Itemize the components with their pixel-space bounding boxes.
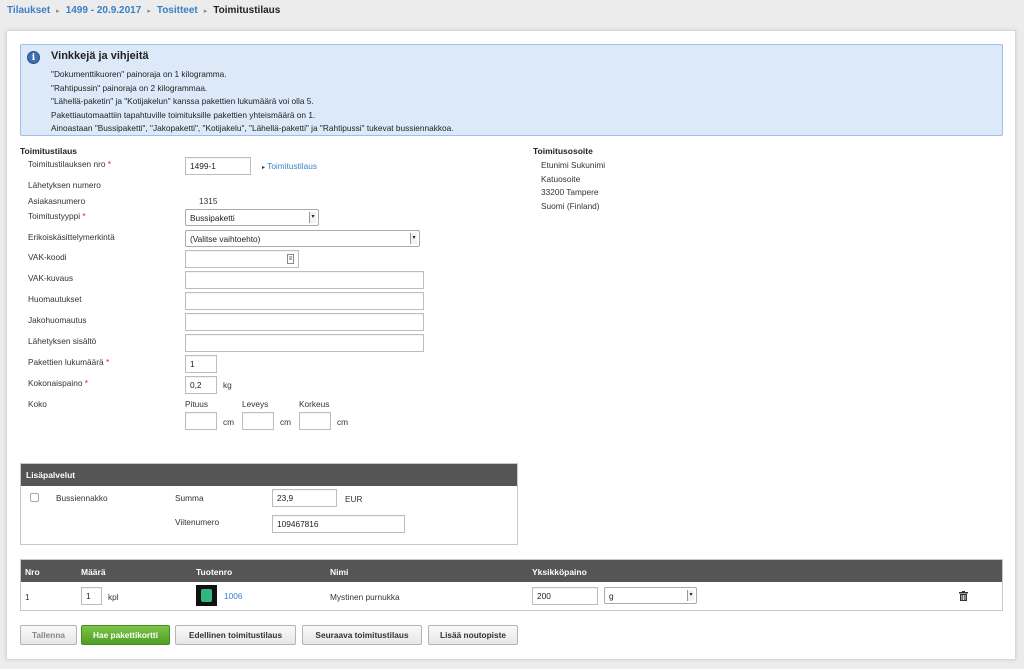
products-table-header: Nro Määrä Tuotenro Nimi Yksikköpaino bbox=[21, 560, 1002, 582]
arrow-right-icon: ▸ bbox=[262, 165, 266, 171]
cod-checkbox[interactable] bbox=[30, 493, 39, 502]
tip-line: "Dokumenttikuoren" painoraja on 1 kilogr… bbox=[51, 69, 227, 79]
info-icon: i bbox=[27, 51, 40, 64]
address-title: Toimitusosoite bbox=[533, 146, 593, 156]
order-no-input[interactable]: 1499-1 bbox=[185, 157, 251, 175]
distribution-notes-label: Jakohuomautus bbox=[28, 315, 87, 325]
shipment-no-label: Lähetyksen numero bbox=[28, 180, 101, 190]
address-line: Suomi (Finland) bbox=[541, 200, 600, 211]
next-order-button[interactable]: Seuraava toimitustilaus bbox=[302, 625, 422, 645]
tip-line: "Lähellä-paketin" ja "Kotijakelun" kanss… bbox=[51, 96, 314, 106]
extra-services-panel: Lisäpalvelut Bussiennakko Summa 23,9 EUR… bbox=[20, 463, 518, 545]
chevron-down-icon: ▾ bbox=[410, 233, 417, 244]
extra-services-title: Lisäpalvelut bbox=[21, 464, 517, 486]
height-label: Korkeus bbox=[299, 399, 330, 409]
vak-desc-label: VAK-kuvaus bbox=[28, 273, 74, 283]
width-label: Leveys bbox=[242, 399, 269, 409]
unit-weight-input[interactable]: 200 bbox=[532, 587, 598, 605]
column-header: Tuotenro bbox=[196, 567, 233, 577]
breadcrumb: Tilaukset ▸ 1499 - 20.9.2017 ▸ Tositteet… bbox=[7, 5, 280, 16]
column-header: Määrä bbox=[81, 567, 106, 577]
product-thumbnail bbox=[196, 585, 217, 606]
vak-desc-input[interactable] bbox=[185, 271, 424, 289]
reference-input[interactable]: 109467816 bbox=[272, 515, 405, 533]
breadcrumb-current: Toimitustilaus bbox=[213, 5, 281, 16]
weight-label: Kokonaispaino * bbox=[28, 378, 88, 388]
save-button[interactable]: Tallenna bbox=[20, 625, 77, 645]
tips-box: i Vinkkejä ja vihjeitä "Dokumenttikuoren… bbox=[20, 44, 1003, 136]
notes-input[interactable] bbox=[185, 292, 424, 310]
customer-no-value: 1315 bbox=[199, 196, 218, 206]
tips-lines: "Dokumenttikuoren" painoraja on 1 kilogr… bbox=[51, 68, 454, 136]
reference-label: Viitenumero bbox=[175, 517, 220, 527]
packages-input[interactable]: 1 bbox=[185, 355, 217, 373]
vak-code-label: VAK-koodi bbox=[28, 252, 67, 262]
product-name: Mystinen purnukka bbox=[330, 592, 400, 602]
breadcrumb-order[interactable]: 1499 - 20.9.2017 bbox=[66, 5, 142, 16]
currency-label: EUR bbox=[345, 494, 363, 504]
contents-input[interactable] bbox=[185, 334, 424, 352]
row-number: 1 bbox=[25, 592, 30, 602]
column-header: Nro bbox=[25, 567, 40, 577]
order-no-label: Toimitustilauksen nro * bbox=[28, 159, 112, 169]
breadcrumb-separator-icon: ▸ bbox=[147, 7, 151, 15]
width-input[interactable] bbox=[242, 412, 274, 430]
weight-unit-select[interactable]: g ▾ bbox=[604, 587, 697, 604]
length-unit: cm bbox=[223, 417, 235, 427]
breadcrumb-separator-icon: ▸ bbox=[203, 7, 208, 15]
delivery-type-select[interactable]: Bussipaketti ▾ bbox=[185, 209, 319, 226]
packages-label: Pakettien lukumäärä * bbox=[28, 357, 110, 367]
height-input[interactable] bbox=[299, 412, 331, 430]
breadcrumb-orders[interactable]: Tilaukset bbox=[7, 5, 50, 16]
products-table: Nro Määrä Tuotenro Nimi Yksikköpaino 1 1… bbox=[20, 559, 1003, 611]
quantity-input[interactable]: 1 bbox=[81, 587, 102, 605]
height-unit: cm bbox=[337, 417, 349, 427]
order-link[interactable]: ▸ Toimitustilaus bbox=[262, 161, 317, 171]
distribution-notes-input[interactable] bbox=[185, 313, 424, 331]
contents-label: Lähetyksen sisältö bbox=[28, 336, 97, 346]
column-header: Nimi bbox=[330, 567, 349, 577]
delete-icon[interactable] bbox=[959, 591, 968, 601]
length-label: Pituus bbox=[185, 399, 209, 409]
delivery-type-label: Toimitustyyppi * bbox=[28, 211, 86, 221]
address-line: Etunimi Sukunimi bbox=[541, 160, 606, 170]
tip-line: "Rahtipussin" painoraja on 2 kilogrammaa… bbox=[51, 82, 208, 93]
weight-unit: kg bbox=[223, 380, 232, 390]
address-line: Katuosoite bbox=[541, 173, 581, 184]
quantity-unit: kpl bbox=[108, 592, 119, 602]
vak-code-input[interactable]: ≡ bbox=[185, 250, 299, 268]
get-package-card-button[interactable]: Hae pakettikortti bbox=[81, 625, 170, 645]
delivery-address: Etunimi Sukunimi Katuosoite 33200 Tamper… bbox=[541, 159, 605, 213]
special-handling-select[interactable]: (Valitse vaihtoehto) ▾ bbox=[185, 230, 420, 247]
length-input[interactable] bbox=[185, 412, 217, 430]
chevron-down-icon: ▾ bbox=[309, 212, 316, 223]
previous-order-button[interactable]: Edellinen toimitustilaus bbox=[175, 625, 296, 645]
special-handling-label: Erikoiskäsittelymerkintä bbox=[28, 232, 115, 242]
tips-title: Vinkkejä ja vihjeitä bbox=[51, 50, 149, 62]
order-section-title: Toimitustilaus bbox=[20, 146, 77, 156]
product-number-link[interactable]: 1006 bbox=[224, 591, 242, 601]
size-label: Koko bbox=[28, 399, 47, 409]
sum-input[interactable]: 23,9 bbox=[272, 489, 337, 507]
notes-label: Huomautukset bbox=[28, 294, 82, 304]
sum-label: Summa bbox=[175, 493, 204, 503]
customer-no-label: Asiakasnumero bbox=[28, 196, 86, 206]
breadcrumb-documents[interactable]: Tositteet bbox=[157, 5, 198, 16]
chevron-down-icon: ▾ bbox=[687, 590, 694, 601]
add-pickup-point-button[interactable]: Lisää noutopiste bbox=[428, 625, 518, 645]
tip-line: Ainoastaan "Bussipaketti", "Jakopaketti"… bbox=[51, 123, 454, 133]
breadcrumb-separator-icon: ▸ bbox=[56, 7, 60, 15]
address-line: 33200 Tampere bbox=[541, 187, 599, 197]
cod-label: Bussiennakko bbox=[56, 493, 108, 503]
tip-line: Pakettiautomaattiin tapahtuville toimitu… bbox=[51, 109, 316, 120]
weight-input[interactable]: 0,2 bbox=[185, 376, 217, 394]
main-panel: i Vinkkejä ja vihjeitä "Dokumenttikuoren… bbox=[6, 30, 1016, 660]
width-unit: cm bbox=[280, 417, 292, 427]
picker-icon[interactable]: ≡ bbox=[287, 254, 294, 264]
column-header: Yksikköpaino bbox=[532, 567, 587, 577]
